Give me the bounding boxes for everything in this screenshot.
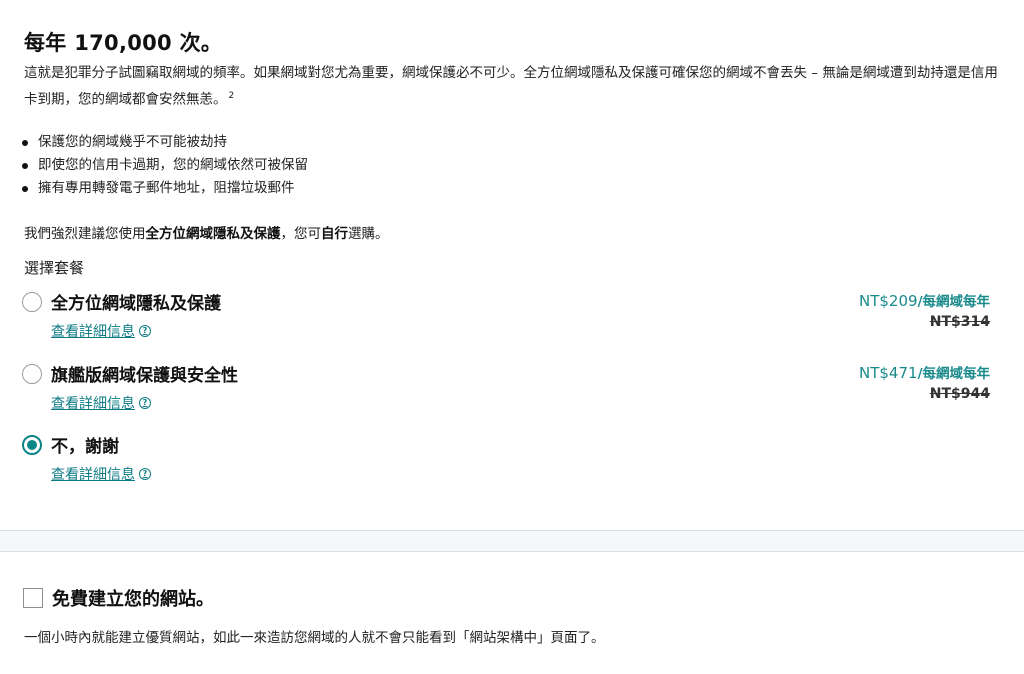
view-details-link[interactable]: 查看詳細信息? bbox=[51, 321, 151, 341]
plan-price: NT$209/每網域每年 bbox=[859, 290, 990, 310]
plan-radio-full-privacy[interactable] bbox=[22, 292, 42, 312]
description: 這就是犯罪分子試圖竊取網域的頻率。如果網域對您尤為重要，網域保護必不可少。全方位… bbox=[24, 62, 999, 112]
bullet-icon bbox=[22, 185, 28, 192]
help-icon[interactable]: ? bbox=[139, 397, 151, 409]
price-period: /每網域每年 bbox=[917, 294, 990, 310]
plan-title: 旗艦版網域保護與安全性 bbox=[51, 366, 238, 386]
benefit-text: 擁有專用轉發電子郵件地址，阻擋垃圾郵件 bbox=[38, 180, 295, 196]
help-icon[interactable]: ? bbox=[139, 468, 151, 480]
bullet-icon bbox=[22, 139, 28, 146]
plan-radio-no-thanks[interactable] bbox=[22, 435, 42, 455]
plan-title: 不，謝謝 bbox=[51, 437, 119, 457]
recommendation-text: 我們強烈建議您使用全方位網域隱私及保護，您可自行選購。 bbox=[24, 224, 389, 244]
headline: 每年 170,000 次。 bbox=[24, 31, 223, 55]
plan-price: NT$471/每網域每年 bbox=[859, 362, 990, 382]
plan-option-ultimate[interactable]: 旗艦版網域保護與安全性 查看詳細信息? NT$471/每網域每年 NT$944 bbox=[22, 364, 1002, 424]
plan-heading: 選擇套餐 bbox=[24, 259, 85, 277]
description-text: 這就是犯罪分子試圖竊取網域的頻率。如果網域對您尤為重要，網域保護必不可少。全方位… bbox=[24, 65, 998, 108]
recommend-emphasis: 自行 bbox=[321, 226, 348, 242]
footnote-marker[interactable]: 2 bbox=[229, 91, 235, 101]
website-builder-description: 一個小時內就能建立優質網站，如此一來造訪您網域的人就不會只能看到「網站架構中」頁… bbox=[24, 630, 605, 646]
website-builder-title[interactable]: 免費建立您的網站。 bbox=[52, 585, 214, 611]
view-details-link[interactable]: 查看詳細信息? bbox=[51, 393, 151, 413]
recommend-prefix: 我們強烈建議您使用 bbox=[24, 226, 146, 242]
price-period: /每網域每年 bbox=[917, 366, 990, 382]
benefit-item: 即使您的信用卡過期，您的網域依然可被保留 bbox=[22, 154, 308, 177]
recommend-middle: ，您可 bbox=[280, 226, 322, 242]
website-builder-checkbox[interactable] bbox=[23, 588, 43, 608]
benefits-list: 保護您的網域幾乎不可能被劫持 即使您的信用卡過期，您的網域依然可被保留 擁有專用… bbox=[22, 131, 308, 200]
view-details-label: 查看詳細信息 bbox=[51, 467, 135, 483]
recommend-product: 全方位網域隱私及保護 bbox=[145, 226, 281, 242]
bullet-icon bbox=[22, 162, 28, 169]
recommend-suffix: 選購。 bbox=[348, 226, 389, 242]
plan-radio-ultimate[interactable] bbox=[22, 364, 42, 384]
plan-original-price: NT$944 bbox=[929, 386, 990, 402]
view-details-link[interactable]: 查看詳細信息? bbox=[51, 464, 151, 484]
view-details-label: 查看詳細信息 bbox=[51, 396, 135, 412]
price-amount: NT$471 bbox=[859, 364, 918, 382]
plan-original-price: NT$314 bbox=[929, 314, 990, 330]
price-amount: NT$209 bbox=[859, 292, 918, 310]
domain-protection-section: 每年 170,000 次。 這就是犯罪分子試圖竊取網域的頻率。如果網域對您尤為重… bbox=[0, 0, 1024, 530]
website-builder-section: 免費建立您的網站。 一個小時內就能建立優質網站，如此一來造訪您網域的人就不會只能… bbox=[0, 552, 1024, 674]
benefit-text: 保護您的網域幾乎不可能被劫持 bbox=[38, 134, 227, 150]
benefit-item: 保護您的網域幾乎不可能被劫持 bbox=[22, 131, 308, 154]
section-divider bbox=[0, 530, 1024, 552]
plan-option-no-thanks[interactable]: 不，謝謝 查看詳細信息? bbox=[22, 435, 1002, 495]
view-details-label: 查看詳細信息 bbox=[51, 324, 135, 340]
benefit-text: 即使您的信用卡過期，您的網域依然可被保留 bbox=[38, 157, 308, 173]
benefit-item: 擁有專用轉發電子郵件地址，阻擋垃圾郵件 bbox=[22, 177, 308, 200]
help-icon[interactable]: ? bbox=[139, 325, 151, 337]
plan-option-full-privacy[interactable]: 全方位網域隱私及保護 查看詳細信息? NT$209/每網域每年 NT$314 bbox=[22, 292, 1002, 352]
plan-title: 全方位網域隱私及保護 bbox=[51, 294, 221, 314]
